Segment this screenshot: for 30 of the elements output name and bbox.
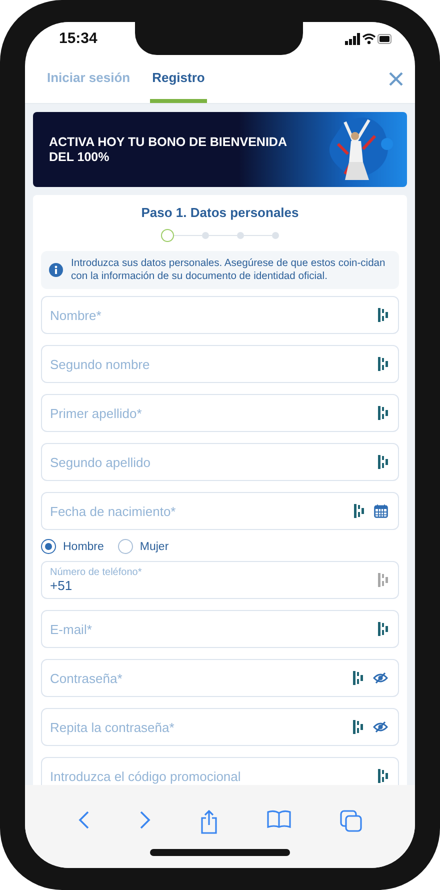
input-field[interactable]: Repita la contraseña* <box>41 708 399 746</box>
radio-label: Mujer <box>140 540 169 552</box>
input-field[interactable]: Contraseña* <box>41 659 399 697</box>
input-field[interactable]: E-mail* <box>41 610 399 648</box>
banner-text: ACTIVA HOY TU BONO DE BIENVENIDA DEL 100% <box>49 134 288 164</box>
field-label: Número de teléfono* <box>50 567 143 578</box>
gender-radio[interactable]: Mujer <box>118 539 169 554</box>
tab[interactable]: Iniciar sesión <box>45 55 132 103</box>
input-field[interactable]: Primer apellido* <box>41 394 399 432</box>
field-placeholder: E-mail* <box>50 622 93 636</box>
field-placeholder: Segundo apellido <box>50 454 152 470</box>
field-placeholder: Primer apellido* <box>50 406 143 420</box>
input-field[interactable]: Segundo nombre <box>41 345 399 383</box>
field-value: +51 <box>50 578 74 593</box>
gender-radio[interactable]: Hombre <box>41 539 104 554</box>
input-field[interactable]: Nombre* <box>41 296 399 334</box>
field-placeholder: Introduzca el código promocional <box>50 768 242 784</box>
promo-banner[interactable]: ACTIVA HOY TU BONO DE BIENVENIDA DEL 100% <box>33 112 407 187</box>
field-placeholder: Repita la contraseña* <box>50 720 176 734</box>
info-text: Introduzca sus datos personales. Asegúrese de que estos coin-cidan con la información de su documento de identidad oficial. <box>71 257 386 283</box>
field-placeholder: Fecha de nacimiento* <box>50 504 177 518</box>
status-time: 15:34 <box>59 30 98 47</box>
field-placeholder: Nombre* <box>50 308 102 322</box>
radio-label: Hombre <box>63 540 104 552</box>
input-field[interactable]: Número de teléfono* +51 <box>41 561 399 599</box>
input-field[interactable]: Segundo apellido <box>41 443 399 481</box>
input-field[interactable]: Fecha de nacimiento* <box>41 492 399 530</box>
field-placeholder: Segundo nombre <box>50 356 151 372</box>
step-title: Paso 1. Datos personales <box>140 205 300 220</box>
field-placeholder: Contraseña* <box>50 670 124 686</box>
